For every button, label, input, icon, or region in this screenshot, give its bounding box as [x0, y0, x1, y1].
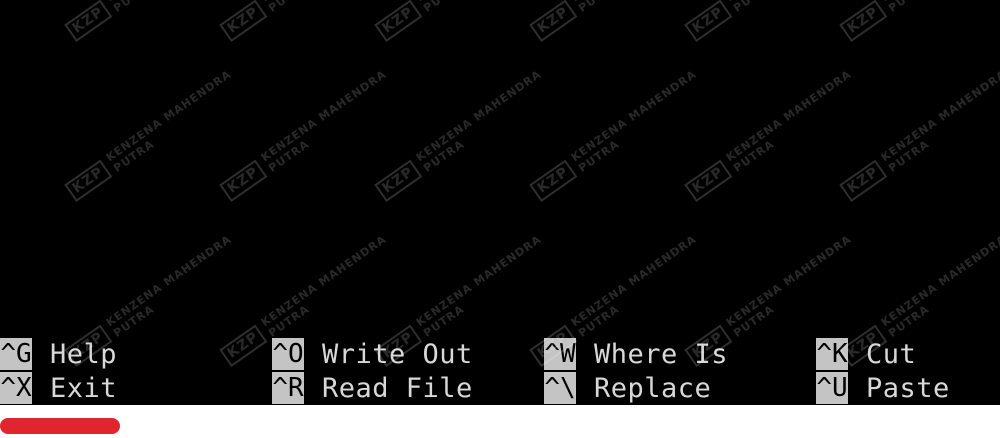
- where-is-key: ^W: [544, 338, 576, 370]
- help-label: Help: [50, 338, 118, 370]
- write-out-shortcut[interactable]: ^O Write Out: [272, 338, 473, 370]
- paste-shortcut[interactable]: ^U Paste: [816, 372, 950, 404]
- nano-editor-terminal[interactable]: ^G Help ^O Write Out ^W Where Is ^K Cut …: [0, 0, 1000, 405]
- paste-label: Paste: [866, 372, 950, 404]
- where-is-shortcut[interactable]: ^W Where Is: [544, 338, 728, 370]
- write-out-label: Write Out: [322, 338, 473, 370]
- paste-key: ^U: [816, 372, 848, 404]
- progress-track: [0, 418, 1000, 434]
- where-is-label: Where Is: [594, 338, 729, 370]
- exit-shortcut[interactable]: ^X Exit: [0, 372, 117, 404]
- replace-key: ^\: [544, 372, 576, 404]
- help-key: ^G: [0, 338, 32, 370]
- exit-key: ^X: [0, 372, 32, 404]
- write-out-key: ^O: [272, 338, 304, 370]
- cut-shortcut[interactable]: ^K Cut: [816, 338, 916, 370]
- read-file-label: Read File: [322, 372, 473, 404]
- shortcut-bar: ^G Help ^O Write Out ^W Where Is ^K Cut …: [0, 338, 1000, 405]
- cut-key: ^K: [816, 338, 848, 370]
- cut-label: Cut: [866, 338, 917, 370]
- read-file-key: ^R: [272, 372, 304, 404]
- read-file-shortcut[interactable]: ^R Read File: [272, 372, 473, 404]
- exit-label: Exit: [50, 372, 118, 404]
- replace-shortcut[interactable]: ^\ Replace: [544, 372, 711, 404]
- progress-fill: [0, 418, 120, 434]
- replace-label: Replace: [594, 372, 712, 404]
- help-shortcut[interactable]: ^G Help: [0, 338, 117, 370]
